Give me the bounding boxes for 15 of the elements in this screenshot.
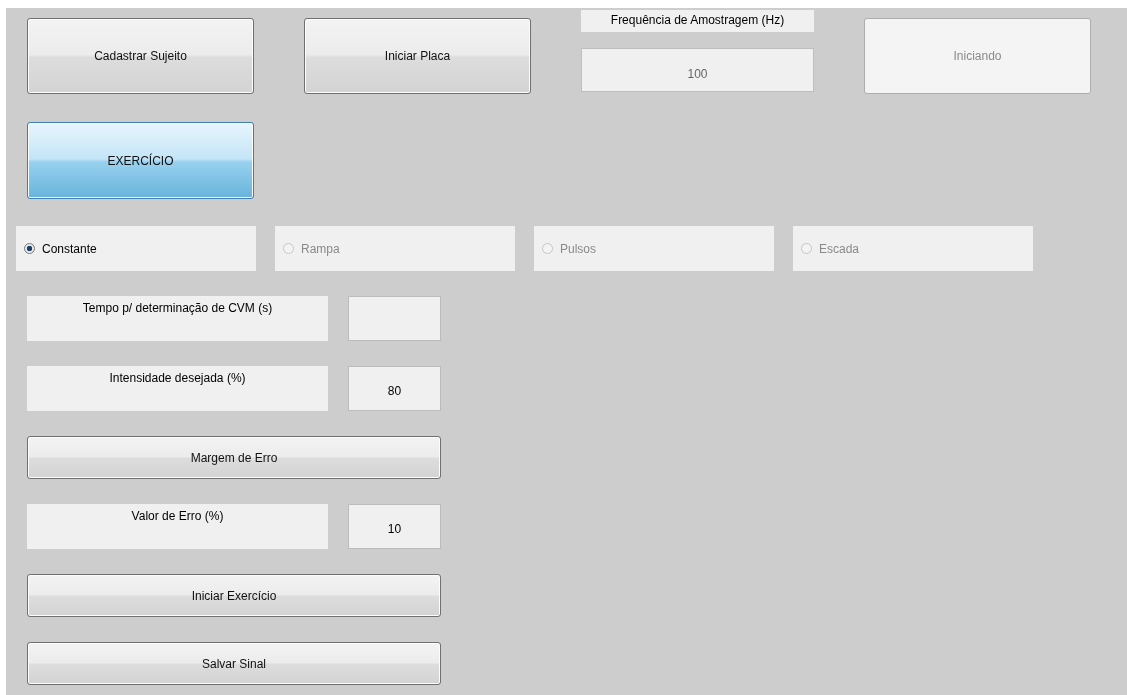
field-label: Intensidade desejada (%) — [27, 366, 328, 411]
push-button[interactable]: Cadastrar Sujeito — [27, 18, 254, 94]
radio-option[interactable]: Constante — [16, 226, 256, 271]
push-button[interactable]: Iniciar Placa — [304, 18, 531, 94]
input-field[interactable] — [348, 296, 441, 341]
input-field[interactable]: 80 — [348, 366, 441, 411]
push-button[interactable]: Iniciar Exercício — [27, 574, 441, 617]
input-field[interactable]: 10 — [348, 504, 441, 549]
field-label: Valor de Erro (%) — [27, 504, 328, 549]
input-field[interactable]: 100 — [581, 48, 814, 92]
push-button[interactable]: Salvar Sinal — [27, 642, 441, 685]
field-label: Frequência de Amostragem (Hz) — [581, 10, 814, 32]
push-button[interactable]: EXERCÍCIO — [27, 122, 254, 199]
push-button[interactable]: Margem de Erro — [27, 436, 441, 479]
field-label: Tempo p/ determinação de CVM (s) — [27, 296, 328, 341]
